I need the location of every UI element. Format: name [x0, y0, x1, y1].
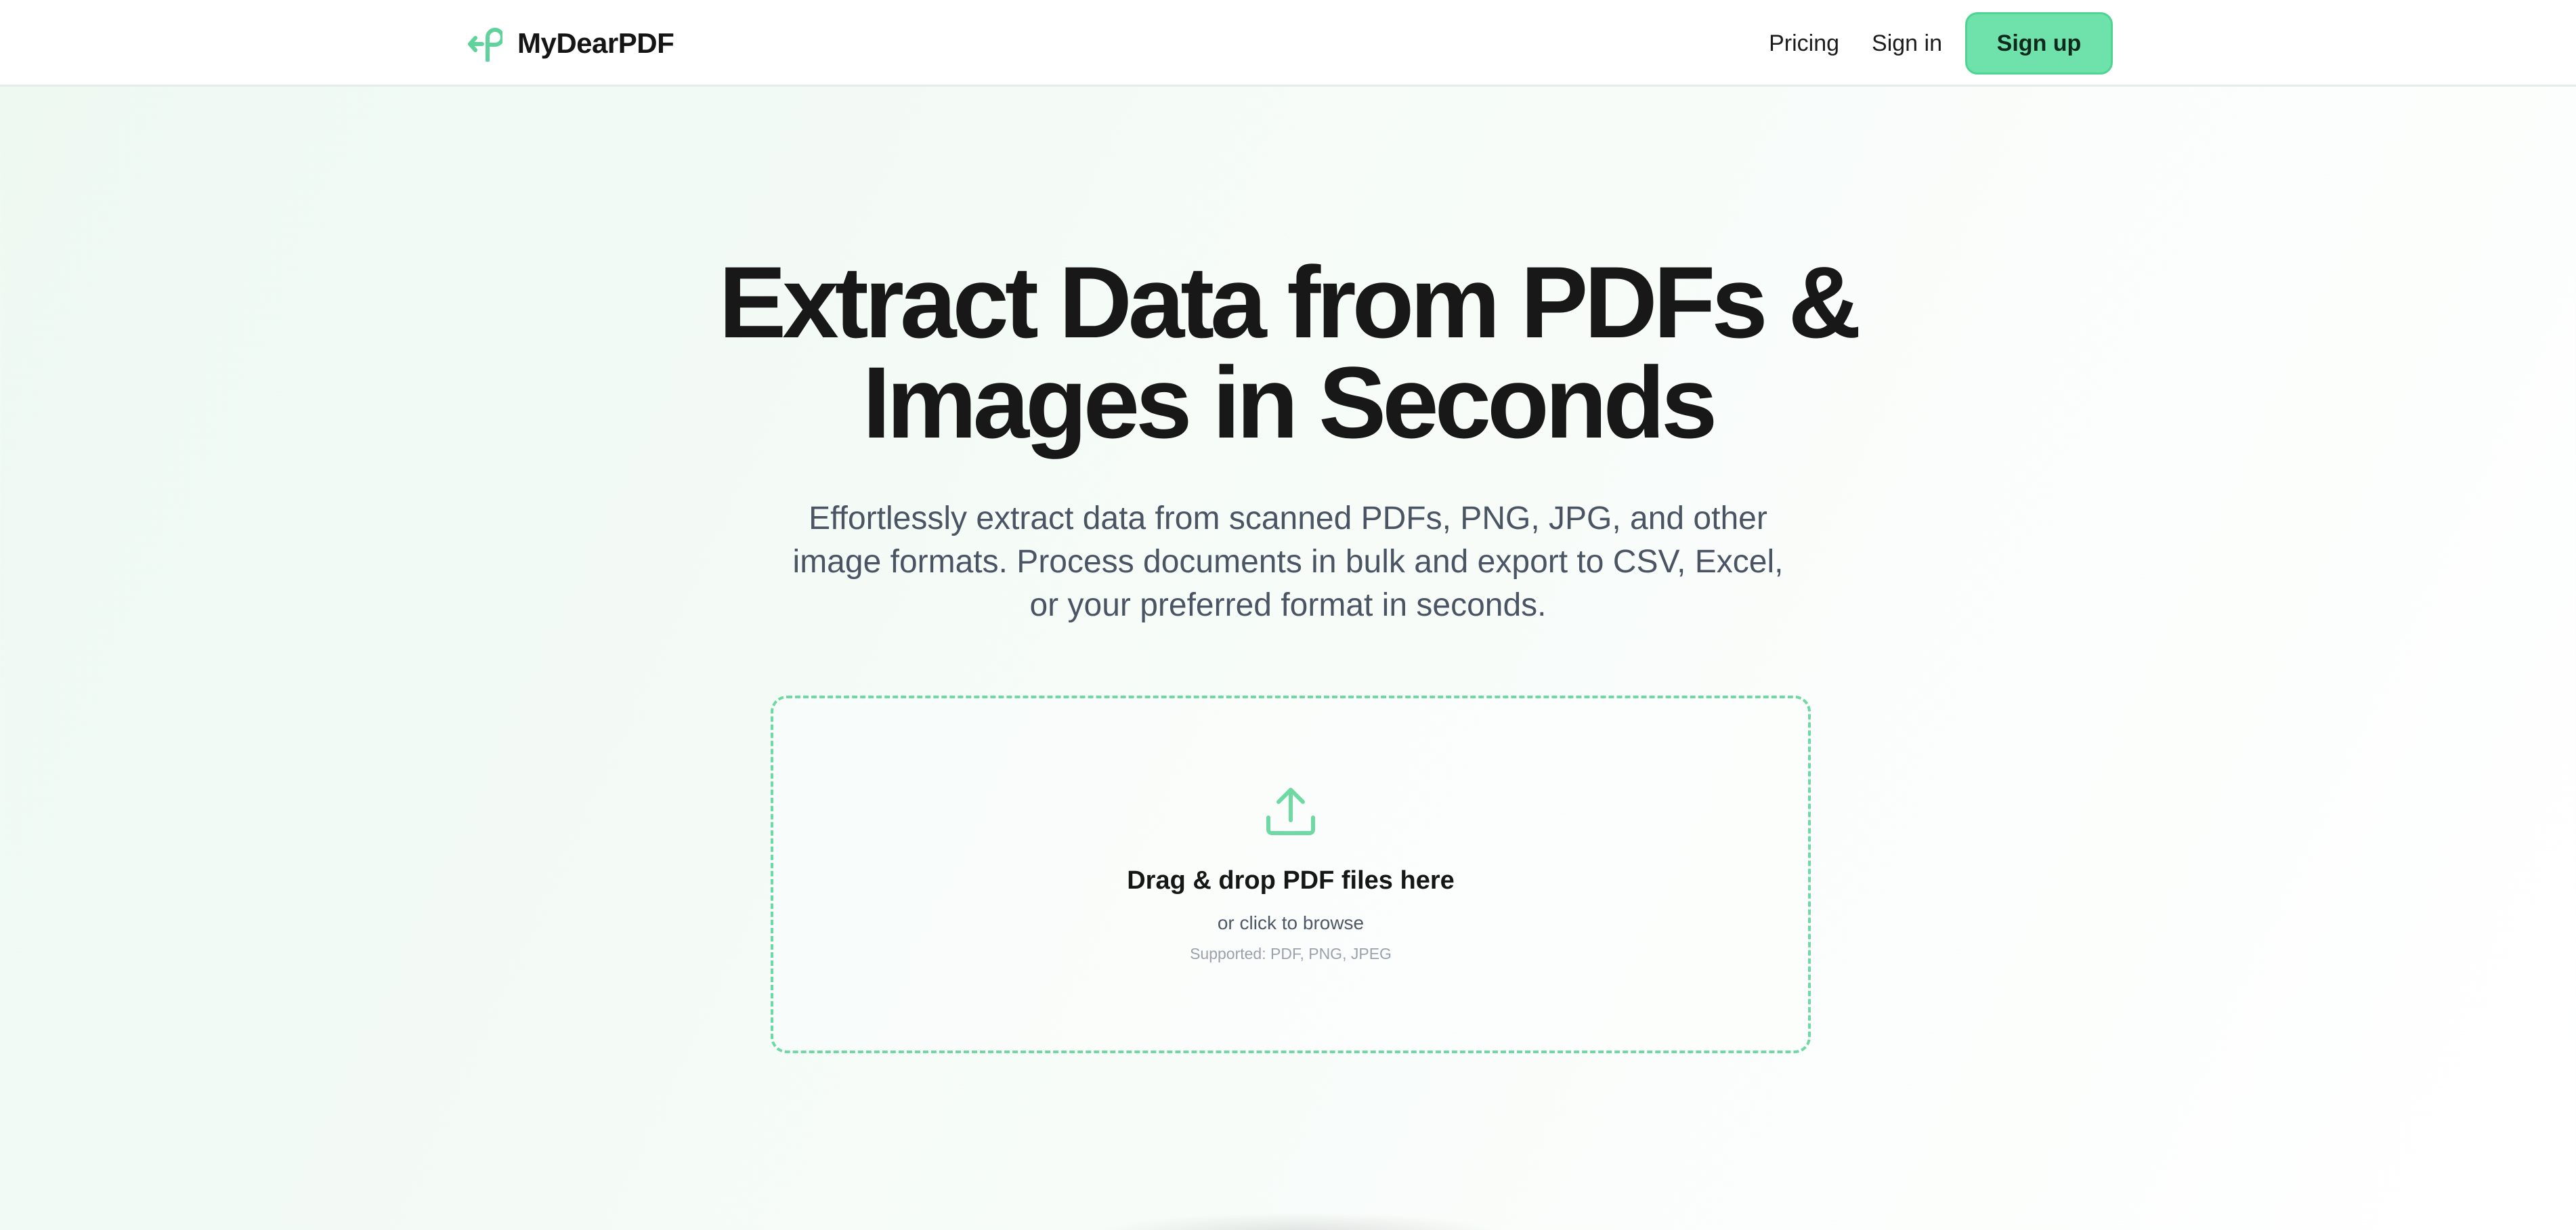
preview-card-shadow	[1097, 1212, 1503, 1230]
hero-title-line-1: Extract Data from PDFs &	[718, 245, 1862, 359]
hero-subtitle: Effortlessly extract data from scanned P…	[745, 497, 1831, 627]
hero-subtitle-line-2: image formats. Process documents in bulk…	[792, 544, 1784, 580]
sign-in-link[interactable]: Sign in	[1872, 30, 1942, 57]
top-navbar: MyDearPDF Pricing Sign in Sign up	[0, 0, 2576, 87]
hero-title-line-2: Images in Seconds	[862, 345, 1718, 459]
dropzone-browse-hint: or click to browse	[1217, 912, 1365, 933]
sign-up-button[interactable]: Sign up	[1965, 12, 2113, 75]
dropzone-title: Drag & drop PDF files here	[1127, 866, 1455, 895]
file-dropzone[interactable]: Drag & drop PDF files here or click to b…	[771, 696, 1811, 1053]
hero-subtitle-line-1: Effortlessly extract data from scanned P…	[809, 501, 1767, 536]
dropzone-supported-formats: Supported: PDF, PNG, JPEG	[1190, 945, 1392, 962]
hero-title: Extract Data from PDFs & Images in Secon…	[0, 245, 2576, 459]
pricing-link[interactable]: Pricing	[1769, 30, 1839, 57]
navbar-inner: MyDearPDF Pricing Sign in Sign up	[467, 0, 2113, 87]
brand-logo-link[interactable]: MyDearPDF	[467, 25, 674, 62]
upload-icon	[1265, 786, 1316, 839]
logo-icon	[467, 25, 502, 62]
brand-name: MyDearPDF	[517, 27, 674, 59]
hero-subtitle-line-3: or your preferred format in seconds.	[1029, 587, 1547, 623]
nav-links: Pricing Sign in Sign up	[1769, 12, 2113, 75]
